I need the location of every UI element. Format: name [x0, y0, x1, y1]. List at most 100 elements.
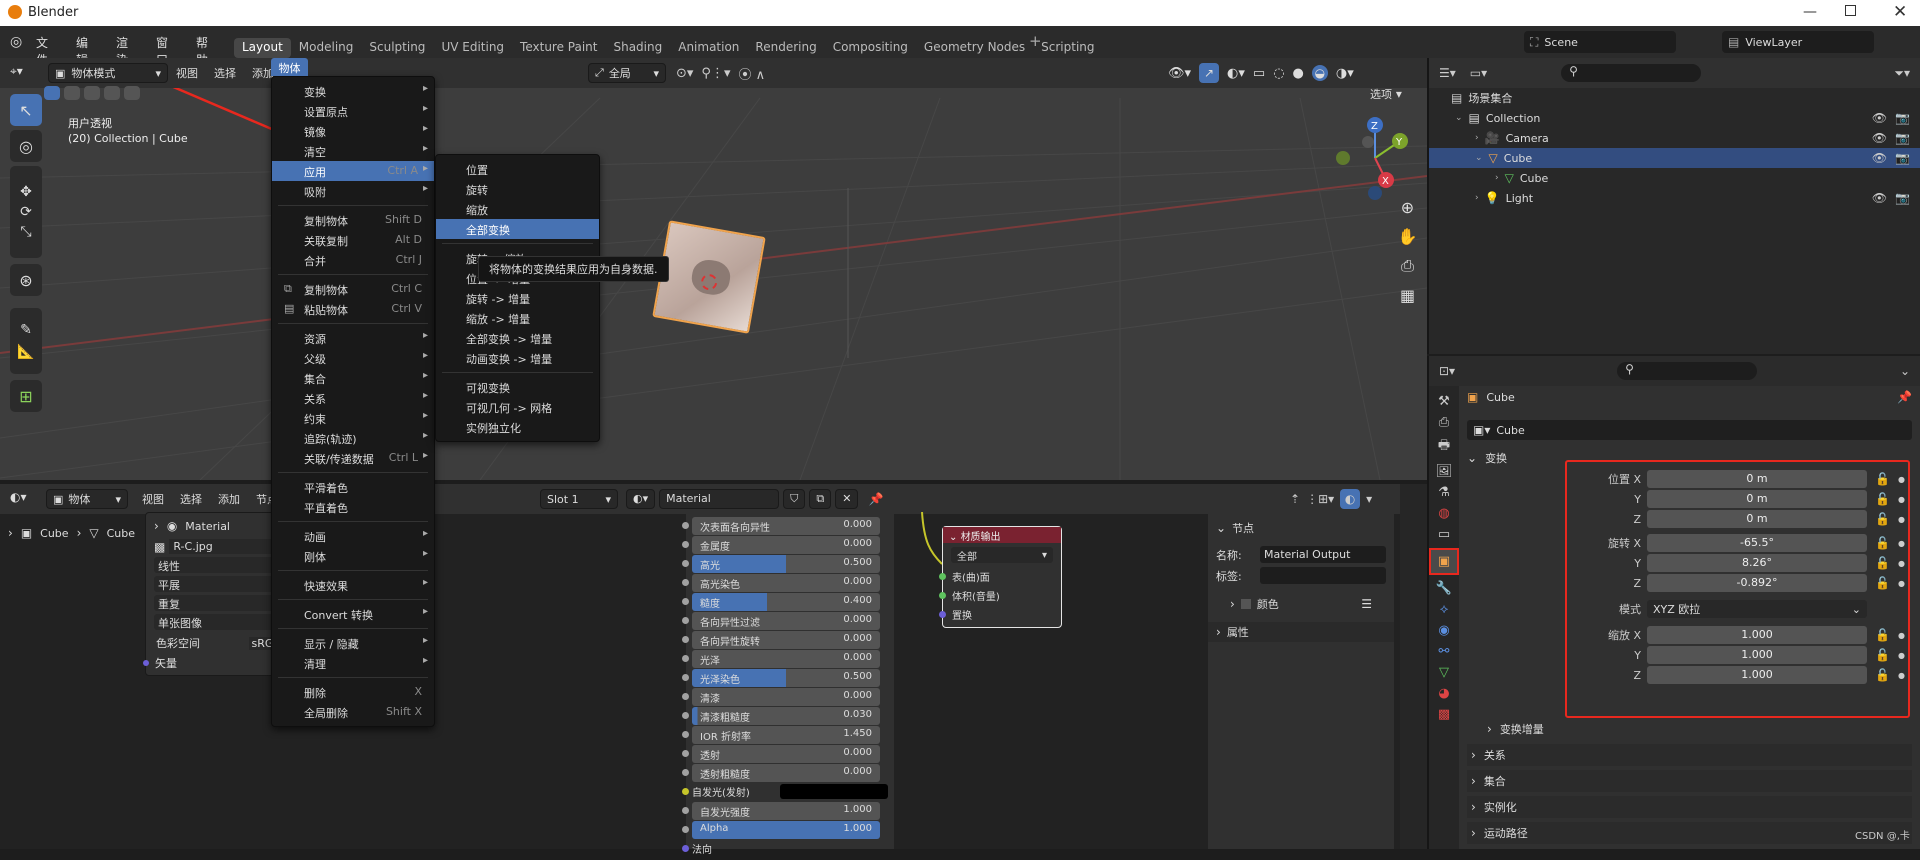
object-menu-item[interactable]: 清理 ▸: [272, 653, 434, 673]
input-socket[interactable]: [682, 655, 689, 662]
input-socket[interactable]: [682, 807, 689, 814]
keyframe-dot-icon[interactable]: ●: [1898, 495, 1905, 504]
input-socket[interactable]: [682, 731, 689, 738]
material-shading-icon[interactable]: ◒: [1311, 65, 1328, 81]
principled-bsdf-node[interactable]: 次表面各向异性 0.000 金属度 0.000 高光 0.500 高光染色 0.000 糙度 0.…: [682, 514, 894, 856]
outliner-row[interactable]: › 💡 Light 👁 📷: [1429, 188, 1920, 208]
object-menu-item[interactable]: ⧉ 复制物体 Ctrl C: [272, 279, 434, 299]
object-menu-item[interactable]: 设置原点 ▸: [272, 101, 434, 121]
outliner-type-icon[interactable]: ☰▾: [1439, 66, 1456, 80]
node-label-field[interactable]: [1260, 567, 1386, 584]
object-menu-item[interactable]: 合并 Ctrl J: [272, 250, 434, 270]
breadcrumb-mesh[interactable]: Cube: [107, 527, 135, 540]
select-intersect-icon[interactable]: [124, 86, 140, 100]
gizmo-toggle-icon[interactable]: ↗: [1199, 63, 1220, 83]
modifier-tab-icon[interactable]: 🔧: [1436, 581, 1452, 596]
visibility-eye-icon[interactable]: 👁: [1872, 111, 1887, 125]
node-menu-item[interactable]: 视图: [134, 491, 172, 507]
socket-dot[interactable]: [939, 611, 946, 618]
workspace-tab[interactable]: Animation: [670, 38, 747, 58]
object-menu-item[interactable]: 资源 ▸: [272, 328, 434, 348]
keyframe-dot-icon[interactable]: ●: [1898, 671, 1905, 680]
apply-menu-item[interactable]: 缩放: [436, 199, 599, 219]
transform-orientation[interactable]: ⤢ 全局 ▾: [588, 63, 666, 83]
bsdf-value-slider[interactable]: 透射粗糙度 0.000: [692, 763, 880, 782]
visibility-eye-icon[interactable]: 👁: [1872, 151, 1887, 165]
object-tab-icon[interactable]: ▣: [1429, 548, 1459, 575]
close-icon[interactable]: ✕: [1893, 2, 1907, 22]
lock-icon[interactable]: 🔓: [1875, 576, 1890, 590]
transform-value-field[interactable]: 1.000: [1647, 646, 1867, 664]
outliner-row[interactable]: ⌄ ▽ Cube 👁 📷: [1429, 148, 1920, 168]
scene-tab-icon[interactable]: ⚗: [1438, 485, 1450, 500]
workspace-tab[interactable]: Rendering: [747, 38, 824, 58]
object-menu-item[interactable]: 关系 ▸: [272, 388, 434, 408]
outliner-search[interactable]: ⚲: [1561, 64, 1702, 82]
wireframe-shading-icon[interactable]: ◌: [1273, 66, 1284, 81]
parent-node-icon[interactable]: ⇡: [1290, 492, 1300, 506]
data-tab-icon[interactable]: ▽: [1439, 665, 1449, 680]
input-socket[interactable]: [682, 522, 689, 529]
bsdf-value-slider[interactable]: 糙度 0.400: [692, 592, 880, 611]
tool-tab-icon[interactable]: ⚒: [1438, 394, 1450, 409]
viewport-menu-item[interactable]: 选择: [206, 65, 244, 81]
node-editor-type-icon[interactable]: ◐▾: [10, 490, 27, 504]
solid-shading-icon[interactable]: ●: [1293, 66, 1304, 81]
editor-type-icon[interactable]: ⌖▾: [10, 64, 23, 79]
keyframe-dot-icon[interactable]: ●: [1898, 559, 1905, 568]
expand-icon[interactable]: ⌄: [1475, 153, 1483, 163]
unlink-material-icon[interactable]: ✕: [835, 489, 859, 509]
3d-viewport[interactable]: Z Y X ⊕ ✋ ⎙ ▦ 用户透视 (20) Collection | Cub…: [0, 58, 1427, 480]
object-menu-item[interactable]: 复制物体 Shift D: [272, 210, 434, 230]
properties-label[interactable]: 属性: [1227, 624, 1249, 640]
vector-socket[interactable]: [143, 660, 149, 666]
object-menu-item[interactable]: 镜像 ▸: [272, 121, 434, 141]
pivot-icon[interactable]: ⊙▾: [676, 66, 693, 81]
render-camera-icon[interactable]: 📷: [1895, 151, 1910, 165]
render-camera-icon[interactable]: 📷: [1895, 191, 1910, 205]
transform-value-field[interactable]: -0.892°: [1647, 574, 1867, 592]
visibility-eye-icon[interactable]: 👁: [1872, 191, 1887, 205]
object-menu-item[interactable]: 关联复制 Alt D: [272, 230, 434, 250]
image-node-option[interactable]: 单张图像: [154, 614, 286, 630]
blender-menu-icon[interactable]: ◎: [10, 34, 22, 50]
keyframe-dot-icon[interactable]: ●: [1898, 475, 1905, 484]
input-socket[interactable]: [682, 826, 689, 833]
object-menu-item[interactable]: 平滑着色: [272, 477, 434, 497]
output-tab-icon[interactable]: 🖶: [1438, 436, 1450, 458]
view-layer-selector[interactable]: ▤ ViewLayer: [1722, 31, 1874, 53]
workspace-tab[interactable]: Texture Paint: [512, 38, 605, 58]
input-socket[interactable]: [682, 579, 689, 586]
material-name-field[interactable]: Material: [659, 489, 780, 509]
scene-collection-label[interactable]: 场景集合: [1468, 90, 1512, 106]
render-camera-icon[interactable]: 📷: [1895, 131, 1910, 145]
object-menu-item[interactable]: 动画 ▸: [272, 526, 434, 546]
bsdf-value-slider[interactable]: 光泽 0.000: [692, 649, 880, 668]
props-data-field[interactable]: ▣▾ Cube: [1467, 420, 1912, 440]
image-node-option[interactable]: 重复: [154, 595, 286, 611]
object-menu-item[interactable]: Convert 转换 ▸: [272, 604, 434, 624]
expand-icon[interactable]: ›: [1495, 173, 1499, 183]
props-options-icon[interactable]: ⌄: [1900, 364, 1910, 378]
lock-icon[interactable]: 🔓: [1875, 628, 1890, 642]
rendered-shading-icon[interactable]: ◑▾: [1336, 66, 1354, 81]
props-section[interactable]: › 集合: [1467, 770, 1912, 792]
duplicate-material-icon[interactable]: ⧉: [809, 489, 832, 509]
lock-icon[interactable]: 🔓: [1875, 472, 1890, 486]
node-object-selector[interactable]: ▣ 物体 ▾: [46, 489, 128, 509]
apply-menu-item[interactable]: 可视变换: [436, 377, 599, 397]
bsdf-value-slider[interactable]: 各向异性过滤 0.000: [692, 611, 880, 630]
bsdf-value-slider[interactable]: 金属度 0.000: [692, 535, 880, 554]
workspace-tab[interactable]: Scripting: [1033, 38, 1102, 58]
apply-menu-item[interactable]: 位置: [436, 159, 599, 179]
color-list-icon[interactable]: ☰: [1361, 597, 1372, 611]
display-mode-icon[interactable]: ▭▾: [1470, 66, 1487, 80]
apply-menu-item[interactable]: 动画变换 -> 增量: [436, 348, 599, 368]
viewport-menu-item[interactable]: 视图: [168, 65, 206, 81]
apply-menu-item[interactable]: 全部变换: [436, 219, 599, 239]
transform-value-field[interactable]: 1.000: [1647, 626, 1867, 644]
expand-icon[interactable]: ›: [1475, 193, 1479, 203]
material-tab-icon[interactable]: ◕: [1438, 686, 1449, 701]
workspace-tab[interactable]: Compositing: [825, 38, 916, 58]
pin-icon[interactable]: 📌: [868, 492, 883, 506]
